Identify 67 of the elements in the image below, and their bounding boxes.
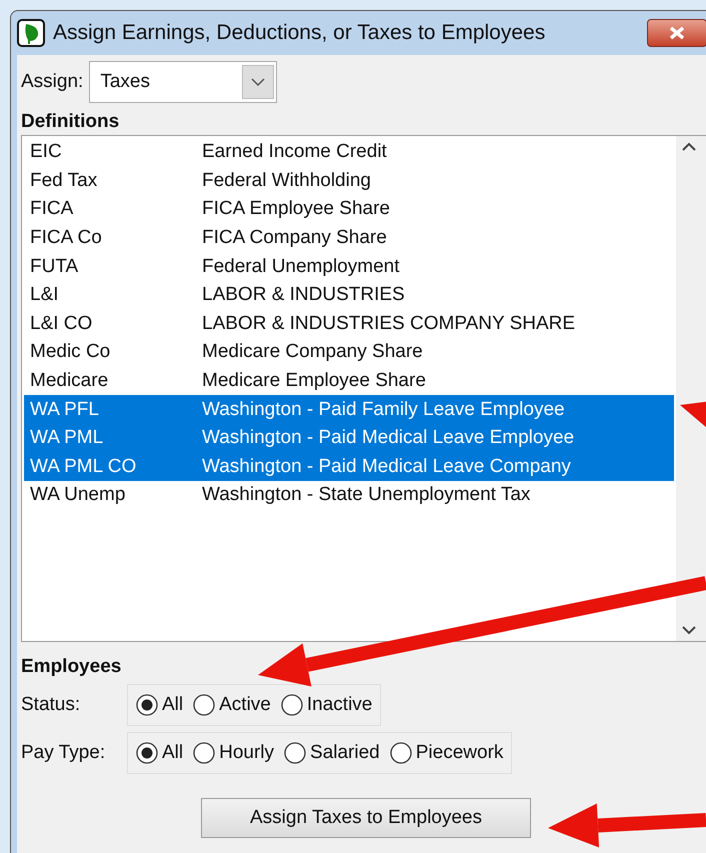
- radio-option[interactable]: All: [136, 694, 184, 716]
- code-cell-text: FICA Co: [30, 227, 103, 250]
- radio-button[interactable]: [193, 694, 216, 716]
- scroll-down-icon[interactable]: [682, 626, 696, 635]
- radio-button[interactable]: [280, 694, 303, 716]
- filter-label: Pay Type:: [21, 742, 106, 764]
- list-row[interactable]: Fed Tax Federal Withholding: [24, 166, 674, 196]
- description-cell: FICA Employee Share: [202, 198, 390, 220]
- list-row[interactable]: L&I LABOR & INDUSTRIES: [24, 280, 674, 310]
- radio-button[interactable]: [284, 742, 306, 764]
- assign-dropdown[interactable]: Taxes: [89, 61, 278, 103]
- code-cell-text: WA PFL: [30, 398, 100, 421]
- radio-button[interactable]: [136, 694, 158, 716]
- description-cell: Earned Income Credit: [202, 141, 387, 164]
- list-row[interactable]: WA Unemp Washington - State Unemployment Tax: [24, 481, 674, 510]
- assign-label: Assign:: [21, 71, 84, 93]
- description-cell: LABOR & INDUSTRIES: [202, 284, 405, 306]
- radio-button[interactable]: [136, 742, 158, 764]
- close-icon: [668, 26, 686, 40]
- filter-label: Status:: [21, 694, 82, 716]
- list-row[interactable]: FUTA Federal Unemployment: [24, 252, 674, 281]
- code-cell-text: Medic Co: [30, 341, 112, 364]
- list-row[interactable]: WA PML CO Washington - Paid Medical Leave Company: [24, 452, 674, 482]
- description-cell: LABOR & INDUSTRIES COMPANY SHARE: [202, 312, 576, 335]
- code-cell-text: Medicare: [30, 370, 110, 392]
- list-row[interactable]: FICA FICA Employee Share: [24, 195, 674, 224]
- list-row[interactable]: Medicare Medicare Employee Share: [24, 366, 674, 396]
- list-row[interactable]: EIC Earned Income Credit: [24, 138, 674, 167]
- code-cell-text: WA PML CO: [30, 456, 138, 478]
- description-cell: Washington - State Unemployment Tax: [202, 484, 530, 506]
- radio-option[interactable]: Hourly: [193, 742, 274, 764]
- code-cell-text: Fed Tax: [30, 170, 98, 192]
- code-cell-text: L&I CO: [30, 312, 94, 335]
- employees-heading: Employees: [21, 656, 122, 678]
- description-cell: Federal Withholding: [202, 170, 371, 192]
- code-cell-text: WA PML: [30, 427, 104, 450]
- description-cell: Washington - Paid Family Leave Employee: [202, 398, 565, 421]
- description-cell: FICA Company Share: [202, 227, 387, 250]
- description-cell: Medicare Employee Share: [202, 370, 426, 392]
- description-cell: Federal Unemployment: [202, 256, 400, 278]
- radio-option[interactable]: All: [136, 742, 184, 764]
- radio-button[interactable]: [390, 742, 412, 764]
- code-cell-text: L&I: [30, 284, 60, 306]
- definitions-heading: Definitions: [21, 111, 120, 133]
- radio-option[interactable]: Salaried: [284, 742, 380, 764]
- list-row[interactable]: WA PML Washington - Paid Medical Leave Employee: [24, 424, 674, 453]
- code-cell-text: EIC: [30, 141, 63, 164]
- radio-button[interactable]: [193, 742, 216, 764]
- radio-option[interactable]: Piecework: [390, 742, 504, 764]
- radio-option[interactable]: Inactive: [280, 694, 372, 716]
- list-row[interactable]: WA PFL Washington - Paid Family Leave Employee: [24, 395, 674, 424]
- description-cell: Washington - Paid Medical Leave Employee: [202, 427, 574, 450]
- list-row[interactable]: L&I CO LABOR & INDUSTRIES COMPANY SHARE: [24, 310, 674, 338]
- description-cell: Medicare Company Share: [202, 341, 423, 364]
- description-cell: Washington - Paid Medical Leave Company: [202, 456, 571, 478]
- assign-button[interactable]: Assign Taxes to Employees: [201, 798, 531, 838]
- radio-option[interactable]: Active: [193, 694, 271, 716]
- list-row[interactable]: Medic Co Medicare Company Share: [24, 338, 674, 367]
- code-cell-text: WA Unemp: [30, 484, 126, 506]
- close-button[interactable]: [647, 19, 706, 47]
- leaf-icon: [17, 19, 45, 47]
- code-cell-text: FUTA: [30, 256, 80, 278]
- scroll-up-icon[interactable]: [682, 142, 696, 151]
- list-row[interactable]: FICA Co FICA Company Share: [24, 224, 674, 252]
- code-cell-text: FICA: [30, 198, 74, 220]
- chevron-down-icon: [251, 78, 266, 86]
- window-title: Assign Earnings, Deductions, or Taxes to Employees: [53, 21, 546, 45]
